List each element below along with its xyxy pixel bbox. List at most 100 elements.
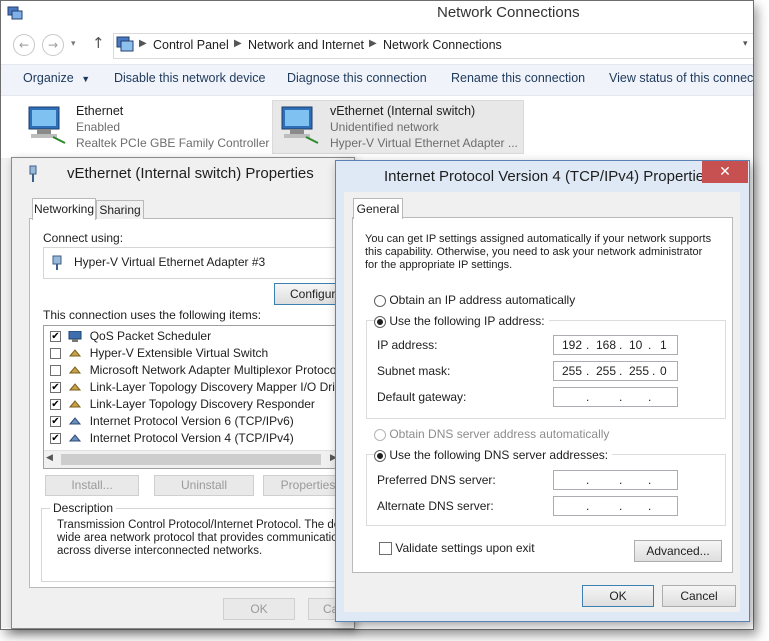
ip-address-input[interactable]: 192 . 168 . 10 . 1 [553, 335, 678, 355]
intro-line: for the appropriate IP settings. [365, 259, 513, 271]
alternate-dns-input[interactable]: ... [553, 496, 678, 516]
list-item[interactable]: ✔ Internet Protocol Version 6 (TCP/IPv6) [50, 414, 340, 431]
chevron-down-icon[interactable]: ▾ [71, 39, 76, 49]
description-line: across diverse interconnected networks. [57, 545, 263, 557]
uninstall-button[interactable]: Uninstall [154, 475, 254, 496]
item-label: Internet Protocol Version 6 (TCP/IPv6) [89, 414, 294, 428]
checkbox[interactable]: ✔ [50, 416, 61, 428]
alternate-dns-label: Alternate DNS server: [377, 499, 494, 513]
ipv4-properties-dialog: Internet Protocol Version 4 (TCP/IPv4) P… [335, 160, 750, 622]
up-arrow-icon[interactable]: ↑ [92, 34, 105, 52]
network-adapter-icon [28, 106, 66, 144]
tab-general[interactable]: General [353, 198, 403, 219]
horizontal-scrollbar[interactable]: ◀ ▶ [44, 450, 344, 468]
default-gateway-input[interactable]: ... [553, 387, 678, 407]
network-folder-icon [7, 6, 23, 20]
network-protocol-icon [69, 434, 82, 442]
breadcrumb-separator-icon: ▶ [369, 38, 377, 49]
ok-button[interactable]: OK [582, 585, 654, 607]
list-item[interactable]: Hyper-V Extensible Virtual Switch [50, 346, 340, 363]
adapter-status: Enabled [76, 120, 121, 134]
checkbox[interactable] [50, 348, 61, 360]
list-item[interactable]: ✔ Link-Layer Topology Discovery Mapper I… [50, 380, 344, 397]
diagnose-connection-button[interactable]: Diagnose this connection [287, 71, 427, 85]
network-adapter-icon [281, 106, 319, 144]
radio-button[interactable] [374, 449, 386, 462]
radio-label: Use the following IP address: [389, 314, 545, 328]
preferred-dns-label: Preferred DNS server: [377, 473, 496, 487]
organize-label: Organize [23, 71, 74, 85]
obtain-ip-auto-radio[interactable]: Obtain an IP address automatically [374, 293, 575, 307]
adapter-ethernet[interactable]: Ethernet Enabled Realtek PCIe GBE Family… [21, 101, 271, 153]
list-item[interactable]: Microsoft Network Adapter Multiplexor Pr… [50, 363, 340, 380]
preferred-dns-input[interactable]: ... [553, 470, 678, 490]
list-item-selected[interactable]: ✔ Internet Protocol Version 4 (TCP/IPv4) [50, 431, 340, 448]
item-label: Internet Protocol Version 4 (TCP/IPv4) [89, 431, 294, 445]
validate-settings-checkbox[interactable]: Validate settings upon exit [379, 541, 535, 556]
components-list[interactable]: ✔ QoS Packet Scheduler Hyper-V Extensibl… [43, 325, 345, 469]
rename-connection-button[interactable]: Rename this connection [451, 71, 585, 85]
octet-1: 255 [562, 364, 583, 378]
subnet-mask-input[interactable]: 255 . 255 . 255 . 0 [553, 361, 678, 381]
description-line: wide area network protocol that provides… [57, 532, 345, 544]
checkbox[interactable]: ✔ [50, 399, 61, 411]
use-following-ip-radio[interactable]: Use the following IP address: [374, 314, 549, 328]
cancel-button[interactable]: Cancel [662, 585, 736, 607]
octet-2: 255 [596, 364, 617, 378]
network-component-icon [69, 383, 82, 391]
adapter-name: vEthernet (Internal switch) [330, 104, 476, 118]
scroll-left-icon[interactable]: ◀ [46, 453, 53, 463]
subnet-mask-label: Subnet mask: [377, 364, 451, 378]
octet-2: 168 [596, 338, 617, 352]
tab-sharing[interactable]: Sharing [96, 200, 144, 219]
item-label: Microsoft Network Adapter Multiplexor Pr… [89, 363, 340, 377]
advanced-button[interactable]: Advanced... [634, 540, 722, 562]
adapter-vethernet[interactable]: vEthernet (Internal switch) Unidentified… [272, 100, 524, 154]
control-panel-icon [116, 36, 134, 52]
scrollbar-thumb[interactable] [61, 454, 321, 465]
list-item[interactable]: ✔ QoS Packet Scheduler [50, 329, 340, 346]
breadcrumb-separator-icon: ▶ [139, 38, 147, 49]
tab-networking[interactable]: Networking [32, 198, 96, 220]
breadcrumb-control-panel[interactable]: Control Panel [153, 38, 229, 52]
window-title: Network Connections [437, 4, 580, 21]
disable-device-button[interactable]: Disable this network device [114, 71, 265, 85]
description-text: Transmission Control Protocol/Internet P… [57, 519, 362, 558]
checkbox[interactable] [379, 542, 392, 556]
breadcrumb-network-and-internet[interactable]: Network and Internet [248, 38, 364, 52]
radio-button[interactable] [374, 315, 386, 328]
adapter-name: Hyper-V Virtual Ethernet Adapter #3 [74, 255, 266, 269]
dialog-title: vEthernet (Internal switch) Properties [67, 165, 314, 182]
checkbox[interactable]: ✔ [50, 331, 61, 343]
view-status-button[interactable]: View status of this connecti [609, 71, 753, 85]
forward-arrow-icon[interactable]: → [42, 34, 64, 56]
vethernet-properties-dialog: vEthernet (Internal switch) Properties N… [11, 157, 362, 629]
breadcrumb-network-connections[interactable]: Network Connections [383, 38, 502, 52]
radio-button[interactable] [374, 428, 386, 441]
address-dropdown-icon[interactable]: ▾ [743, 39, 748, 49]
back-arrow-icon[interactable]: ← [13, 34, 35, 56]
description-heading: Description [50, 501, 117, 515]
obtain-dns-auto-radio[interactable]: Obtain DNS server address automatically [374, 427, 609, 441]
install-button[interactable]: Install... [45, 475, 139, 496]
close-icon[interactable]: ✕ [702, 161, 748, 183]
title-bar[interactable]: Network Connections [1, 1, 753, 27]
checkbox[interactable]: ✔ [50, 382, 61, 394]
adapter-status: Unidentified network [330, 120, 439, 134]
octet-1: 192 [562, 338, 583, 352]
ok-button[interactable]: OK [223, 598, 295, 620]
checkbox[interactable] [50, 365, 61, 377]
use-following-dns-radio[interactable]: Use the following DNS server addresses: [374, 448, 613, 462]
adapter-name: Ethernet [76, 104, 124, 118]
network-plug-icon [29, 165, 37, 182]
organize-menu[interactable]: Organize ▼ [23, 71, 90, 85]
list-item[interactable]: ✔ Link-Layer Topology Discovery Responde… [50, 397, 340, 414]
adapter-device: Hyper-V Virtual Ethernet Adapter ... [330, 136, 518, 150]
description-line: Transmission Control Protocol/Internet P… [57, 519, 362, 531]
items-label: This connection uses the following items… [43, 308, 262, 322]
dialog-body: General You can get IP settings assigned… [344, 192, 740, 612]
dialog-title: Internet Protocol Version 4 (TCP/IPv4) P… [384, 168, 712, 185]
radio-button[interactable] [374, 294, 386, 307]
checkbox[interactable]: ✔ [50, 433, 61, 445]
network-component-icon [69, 349, 82, 357]
